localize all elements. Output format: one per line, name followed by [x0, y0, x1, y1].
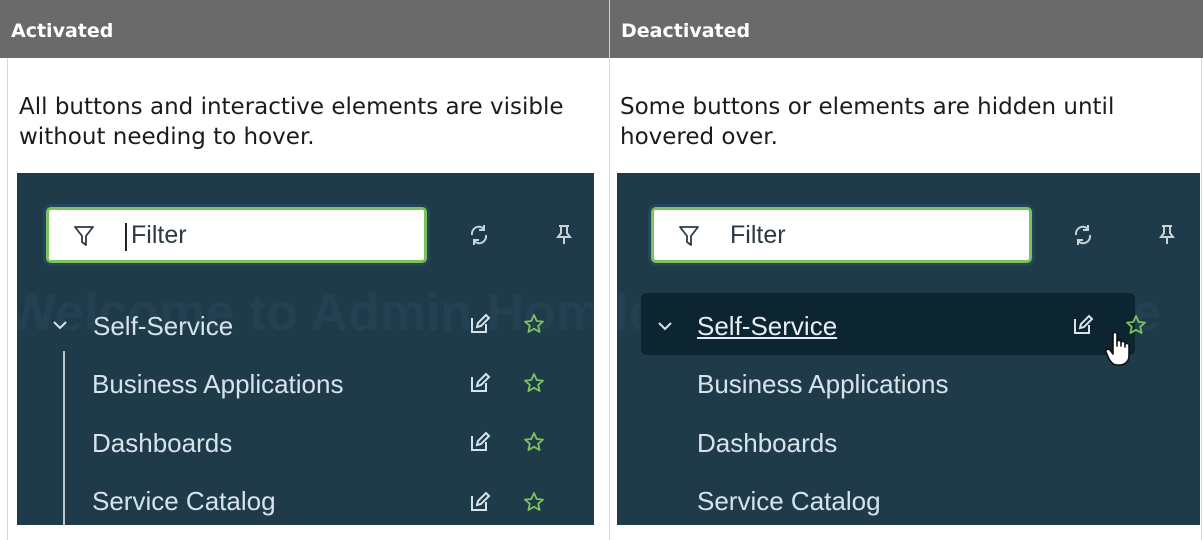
edit-icon[interactable]: [469, 372, 491, 394]
filter-input-value: Filter: [125, 221, 187, 251]
tree-child-label[interactable]: Dashboards: [697, 428, 837, 459]
hand-pointer-icon: [1105, 331, 1130, 366]
filter-icon: [74, 226, 94, 246]
filter-input[interactable]: Filter: [651, 207, 1032, 263]
table-border-middle: [609, 58, 610, 540]
refresh-icon[interactable]: [468, 223, 490, 247]
filter-icon: [679, 226, 699, 246]
comparison-table: Activated Deactivated All buttons and in…: [0, 0, 1203, 540]
description-activated: All buttons and interactive elements are…: [19, 94, 564, 150]
tree-guide-line: [63, 351, 65, 525]
tree-parent-label[interactable]: Self-Service: [93, 311, 233, 342]
table-border-right: [1201, 58, 1202, 540]
star-icon[interactable]: [523, 313, 545, 335]
description-deactivated: Some buttons or elements are hidden unti…: [620, 94, 1115, 150]
edit-icon[interactable]: [469, 313, 491, 335]
chevron-down-icon[interactable]: [657, 320, 673, 332]
pin-icon[interactable]: [1156, 223, 1178, 247]
edit-icon[interactable]: [469, 431, 491, 453]
filter-placeholder: Filter: [131, 221, 187, 249]
tree-child-label[interactable]: Business Applications: [92, 369, 343, 400]
edit-icon[interactable]: [469, 491, 491, 513]
star-icon[interactable]: [523, 491, 545, 513]
tree-parent-label[interactable]: Self-Service: [697, 311, 837, 342]
tree-child-label[interactable]: Service Catalog: [92, 486, 276, 517]
filter-placeholder: Filter: [730, 221, 786, 249]
pin-icon[interactable]: [553, 223, 575, 247]
text-caret: [125, 223, 127, 251]
filter-input[interactable]: Filter: [46, 207, 427, 263]
tree-child-label[interactable]: Business Applications: [697, 369, 948, 400]
screenshot-activated: Welcome to Admin Home Filter Self-Servic…: [17, 173, 594, 525]
tree-child-label[interactable]: Dashboards: [92, 428, 232, 459]
header-deactivated: Deactivated: [609, 0, 1203, 58]
star-icon[interactable]: [523, 431, 545, 453]
star-icon[interactable]: [523, 372, 545, 394]
table-border-left: [7, 58, 8, 540]
refresh-icon[interactable]: [1072, 223, 1094, 247]
tree-child-label[interactable]: Service Catalog: [697, 486, 881, 517]
chevron-down-icon[interactable]: [52, 319, 68, 331]
header-activated: Activated: [11, 20, 114, 42]
table-header-row: Activated Deactivated: [0, 0, 1203, 58]
edit-icon[interactable]: [1072, 314, 1094, 336]
screenshot-deactivated: Welcome to Admin Home Filter Self-Servic…: [617, 173, 1200, 525]
